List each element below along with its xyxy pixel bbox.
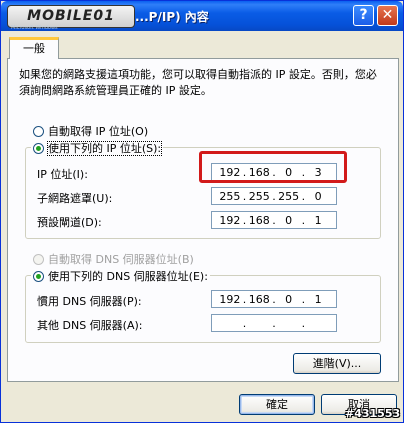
ok-button[interactable]: 確定 (239, 394, 315, 415)
watermark-text: #431553 (345, 407, 401, 420)
dns-auto-radio[interactable] (33, 254, 44, 265)
preferred-dns-input[interactable]: 192. 168. 0. 1 (211, 290, 337, 308)
title-bar[interactable]: MOBILE01 Microsoft Windows ...P/IP) 內容 ?… (1, 1, 403, 31)
alternate-dns-input[interactable]: . . . (211, 314, 337, 332)
dns-manual-option[interactable]: 使用下列的 DNS 伺服器位址(E): (31, 268, 210, 284)
close-icon: ✕ (381, 7, 394, 23)
ip-auto-option[interactable]: 自動取得 IP 位址(O) (33, 123, 148, 139)
tcpip-properties-window: MOBILE01 Microsoft Windows ...P/IP) 內容 ?… (0, 0, 404, 423)
advanced-button[interactable]: 進階(V)... (293, 353, 381, 374)
dns-auto-option[interactable]: 自動取得 DNS 伺服器位址(B) (33, 251, 194, 267)
default-gateway-input[interactable]: 192. 168. 0. 1 (211, 211, 337, 229)
subnet-mask-input[interactable]: 255. 255. 255. 0 (211, 187, 337, 205)
dns-manual-radio[interactable] (33, 271, 44, 282)
alternate-dns-label: 其他 DNS 伺服器(A): (37, 319, 143, 332)
subnet-mask-label: 子網路遮罩(U): (37, 192, 113, 205)
ip-auto-radio[interactable] (33, 126, 44, 137)
ip-manual-radio[interactable] (33, 143, 44, 154)
close-button[interactable]: ✕ (377, 5, 398, 26)
help-button[interactable]: ? (353, 5, 374, 26)
ip-address-label: IP 位址(I): (37, 168, 88, 181)
ip-manual-label: 使用下列的 IP 位址(S): (46, 141, 163, 156)
ip-auto-label: 自動取得 IP 位址(O) (48, 125, 149, 138)
tab-general[interactable]: 一般 (9, 37, 59, 59)
help-icon: ? (359, 7, 368, 23)
window-title: ...P/IP) 內容 (135, 10, 209, 24)
preferred-dns-label: 慣用 DNS 伺服器(P): (37, 295, 142, 308)
description-text: 如果您的網路支援這項功能，您可以取得自動指派的 IP 設定。否則，您必須詢問網路… (19, 68, 377, 97)
default-gateway-label: 預設閘道(D): (37, 216, 102, 229)
ip-manual-option[interactable]: 使用下列的 IP 位址(S): (31, 140, 164, 156)
dns-manual-label: 使用下列的 DNS 伺服器位址(E): (48, 270, 208, 283)
dns-auto-label: 自動取得 DNS 伺服器位址(B) (48, 253, 194, 266)
brand-subtitle: Microsoft Windows (11, 25, 58, 31)
highlight-annotation-box (199, 151, 347, 183)
